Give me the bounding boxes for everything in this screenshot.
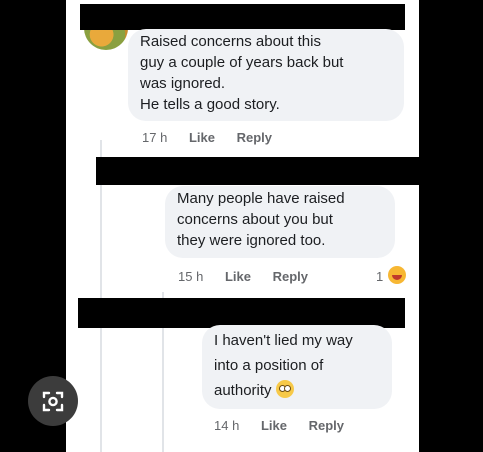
timestamp: 15 h [178, 269, 204, 284]
comment-meta: 17 h Like Reply [142, 130, 290, 145]
comment-text-line: they were ignored too. [177, 232, 326, 249]
reply-button[interactable]: Reply [237, 130, 272, 145]
reply-button[interactable]: Reply [273, 269, 308, 284]
thread-connector [100, 140, 102, 452]
comment-meta: 14 h Like Reply [214, 418, 362, 433]
comment-bubble: I haven't lied my way into a position of… [202, 325, 392, 409]
like-button[interactable]: Like [225, 269, 251, 284]
comment-text-line: guy a couple of years back but [140, 54, 344, 71]
flushed-emoji-icon [275, 380, 294, 398]
reply-button[interactable]: Reply [309, 418, 344, 433]
comment-text-line: authority [214, 378, 380, 403]
redacted-name [80, 4, 405, 30]
like-button[interactable]: Like [261, 418, 287, 433]
comment-text-line: I haven't lied my way [214, 332, 353, 349]
comment-text-line: Raised concerns about this [140, 33, 321, 50]
comment-bubble: Raised concerns about this guy a couple … [128, 29, 404, 121]
comment-thread-screenshot: Raised concerns about this guy a couple … [66, 0, 419, 452]
comment-text-line: Many people have raised [177, 190, 345, 207]
lens-search-icon [42, 391, 64, 412]
timestamp: 17 h [142, 130, 168, 145]
timestamp: 14 h [214, 418, 240, 433]
comment-meta: 15 h Like Reply [178, 269, 326, 284]
comment-text-line: He tells a good story. [140, 96, 280, 113]
lens-search-button[interactable] [28, 376, 78, 426]
redacted-name [78, 298, 405, 328]
comment-text-line: concerns about you but [177, 211, 333, 228]
laughing-emoji-icon[interactable] [388, 266, 406, 284]
like-button[interactable]: Like [189, 130, 215, 145]
comment-text-line: into a position of [214, 357, 324, 374]
reaction-count[interactable]: 1 [376, 269, 383, 284]
comment-bubble: Many people have raised concerns about y… [165, 186, 395, 258]
redacted-name [96, 157, 419, 185]
comment-text: authority [214, 382, 272, 399]
comment-text-line: was ignored. [140, 75, 226, 92]
